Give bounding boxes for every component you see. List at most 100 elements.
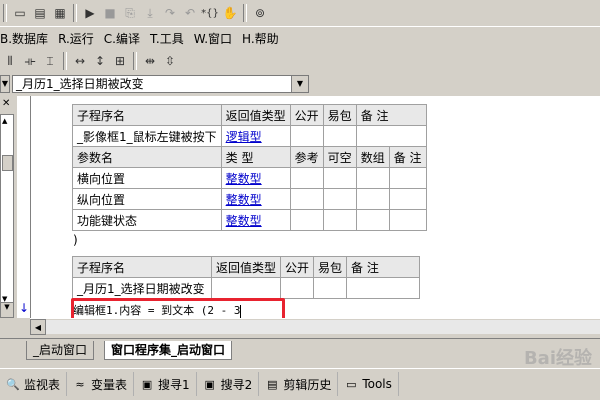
sub-name-cell[interactable]: _影像框1_鼠标左键被按下 [72,125,222,147]
col-remark: 备 注 [355,104,427,126]
clipboard-icon: ▤ [267,377,278,391]
same-size-icon[interactable]: ⊞ [110,51,130,71]
horizontal-scrollbar[interactable]: ◀ [30,318,600,335]
tab-window-assembly[interactable]: 窗口程序集_启动窗口 [104,341,233,360]
object-combo[interactable]: ▼ [0,75,10,93]
chevron-down-icon[interactable]: ▼ [0,76,9,92]
easy-pack-cell[interactable] [313,277,348,299]
remark-cell[interactable] [346,277,421,299]
param-nullable-cell[interactable] [322,188,357,210]
menu-database[interactable]: B.数据库 [0,30,53,47]
col-param-array: 数组 [355,146,390,168]
public-cell[interactable] [289,125,324,147]
tools-button[interactable]: ▭ Tools [338,372,399,396]
binoculars-icon[interactable]: ⊚ [250,3,270,23]
menu-compile[interactable]: C.编译 [99,30,145,47]
step-into-icon[interactable]: ⤓ [140,3,160,23]
param-array-cell[interactable] [355,209,390,231]
watch-label: 监视表 [24,377,61,392]
param-name-cell[interactable]: 横向位置 [72,167,222,189]
chevron-down-icon[interactable]: ▼ [0,302,14,318]
param-array-cell[interactable] [355,188,390,210]
watermark: Bai经验 [523,348,592,369]
toolbar-separator [63,52,67,70]
variables-button[interactable]: ≈ 变量表 [67,372,135,396]
param-ref-cell[interactable] [289,188,324,210]
param-array-cell[interactable] [355,167,390,189]
return-type-cell[interactable] [210,277,282,299]
chevron-down-icon[interactable]: ▼ [291,76,308,92]
code-paren[interactable]: ) [73,233,78,247]
selector-row: ▼ _月历1_选择日期被改变 ▼ [0,73,600,95]
sub-name-cell[interactable]: _月历1_选择日期被改变 [72,277,212,299]
clip-history-button[interactable]: ▤ 剪辑历史 [259,372,339,396]
param-nullable-cell[interactable] [322,167,357,189]
left-panel: ✕ ▲ ▼ ▼ [0,96,16,336]
panel-scrollbar[interactable]: ▲ ▼ [0,114,14,306]
param-remark-cell[interactable] [388,167,427,189]
param-nullable-cell[interactable] [322,209,357,231]
param-remark-cell[interactable] [388,209,427,231]
document-tabs: _启动窗口 窗口程序集_启动窗口 [0,338,600,361]
code-editor[interactable]: 子程序名 返回值类型 公开 易包 备 注 _影像框1_鼠标左键被按下 逻辑型 参… [30,96,600,318]
param-type-cell[interactable]: 整数型 [220,188,291,210]
grid-icon[interactable]: ▦ [50,3,70,23]
param-type-cell[interactable]: 整数型 [220,167,291,189]
event-combo[interactable]: _月历1_选择日期被改变 ▼ [12,75,309,93]
step-over-icon[interactable]: ↷ [160,3,180,23]
menu-window[interactable]: W.窗口 [189,30,237,47]
menu-tools[interactable]: T.工具 [145,30,189,47]
remark-cell[interactable] [355,125,427,147]
col-easy-pack: 易包 [313,256,348,278]
same-width-icon[interactable]: ↔ [70,51,90,71]
align-left-icon[interactable]: ⫴ [0,51,20,71]
vspace-icon[interactable]: ⇳ [160,51,180,71]
param-name-cell[interactable]: 纵向位置 [72,188,222,210]
bottom-panel-bar: 🔍 监视表 ≈ 变量表 ▣ 搜寻1 ▣ 搜寻2 ▤ 剪辑历史 ▭ Tools [0,368,600,399]
col-public: 公开 [289,104,324,126]
hspace-icon[interactable]: ⇹ [140,51,160,71]
param-ref-cell[interactable] [289,209,324,231]
current-line-arrow-icon: ↓ [19,301,30,315]
tab-start-window[interactable]: _启动窗口 [26,341,95,360]
braces-icon[interactable]: *{} [200,3,220,23]
toolbar-separator [3,4,7,22]
search1-button[interactable]: ▣ 搜寻1 [134,372,197,396]
return-type-cell[interactable]: 逻辑型 [220,125,291,147]
same-height-icon[interactable]: ↕ [90,51,110,71]
window-icon[interactable]: ▭ [10,3,30,23]
col-easy-pack: 易包 [322,104,357,126]
close-icon[interactable]: ✕ [2,98,10,109]
editor-gutter: ↓ [17,96,30,318]
watch-button[interactable]: 🔍 监视表 [0,372,68,396]
table-row[interactable]: 横向位置 整数型 [72,167,427,189]
param-remark-cell[interactable] [388,188,427,210]
clip-history-label: 剪辑历史 [283,377,332,392]
easy-pack-cell[interactable] [322,125,357,147]
scroll-left-icon[interactable]: ◀ [30,319,46,335]
table-row[interactable]: 功能键状态 整数型 [72,209,427,231]
param-ref-cell[interactable] [289,167,324,189]
menu-help[interactable]: H.帮助 [237,30,284,47]
col-return-type: 返回值类型 [220,104,291,126]
hand-icon[interactable]: ✋ [220,3,240,23]
param-name-cell[interactable]: 功能键状态 [72,209,222,231]
tools-icon: ▭ [346,377,357,391]
align-hcenter-icon[interactable]: ⟛ [20,51,40,71]
menu-run[interactable]: R.运行 [53,30,99,47]
search2-button[interactable]: ▣ 搜寻2 [197,372,260,396]
col-param-name: 参数名 [72,146,222,168]
stop-icon[interactable]: ■ [100,3,120,23]
step-out-icon[interactable]: ↶ [180,3,200,23]
align-right-icon[interactable]: ⌶ [40,51,60,71]
col-sub-name: 子程序名 [72,256,212,278]
param-type-cell[interactable]: 整数型 [220,209,291,231]
layout-icon[interactable]: ▤ [30,3,50,23]
step-icon[interactable]: ⎘ [120,3,140,23]
event-combo-value: _月历1_选择日期被改变 [16,77,144,91]
col-public: 公开 [280,256,315,278]
run-icon[interactable]: ▶ [80,3,100,23]
public-cell[interactable] [280,277,315,299]
sub-table-2: 子程序名 返回值类型 公开 易包 备 注 _月历1_选择日期被改变 [72,256,421,299]
table-row[interactable]: 纵向位置 整数型 [72,188,427,210]
